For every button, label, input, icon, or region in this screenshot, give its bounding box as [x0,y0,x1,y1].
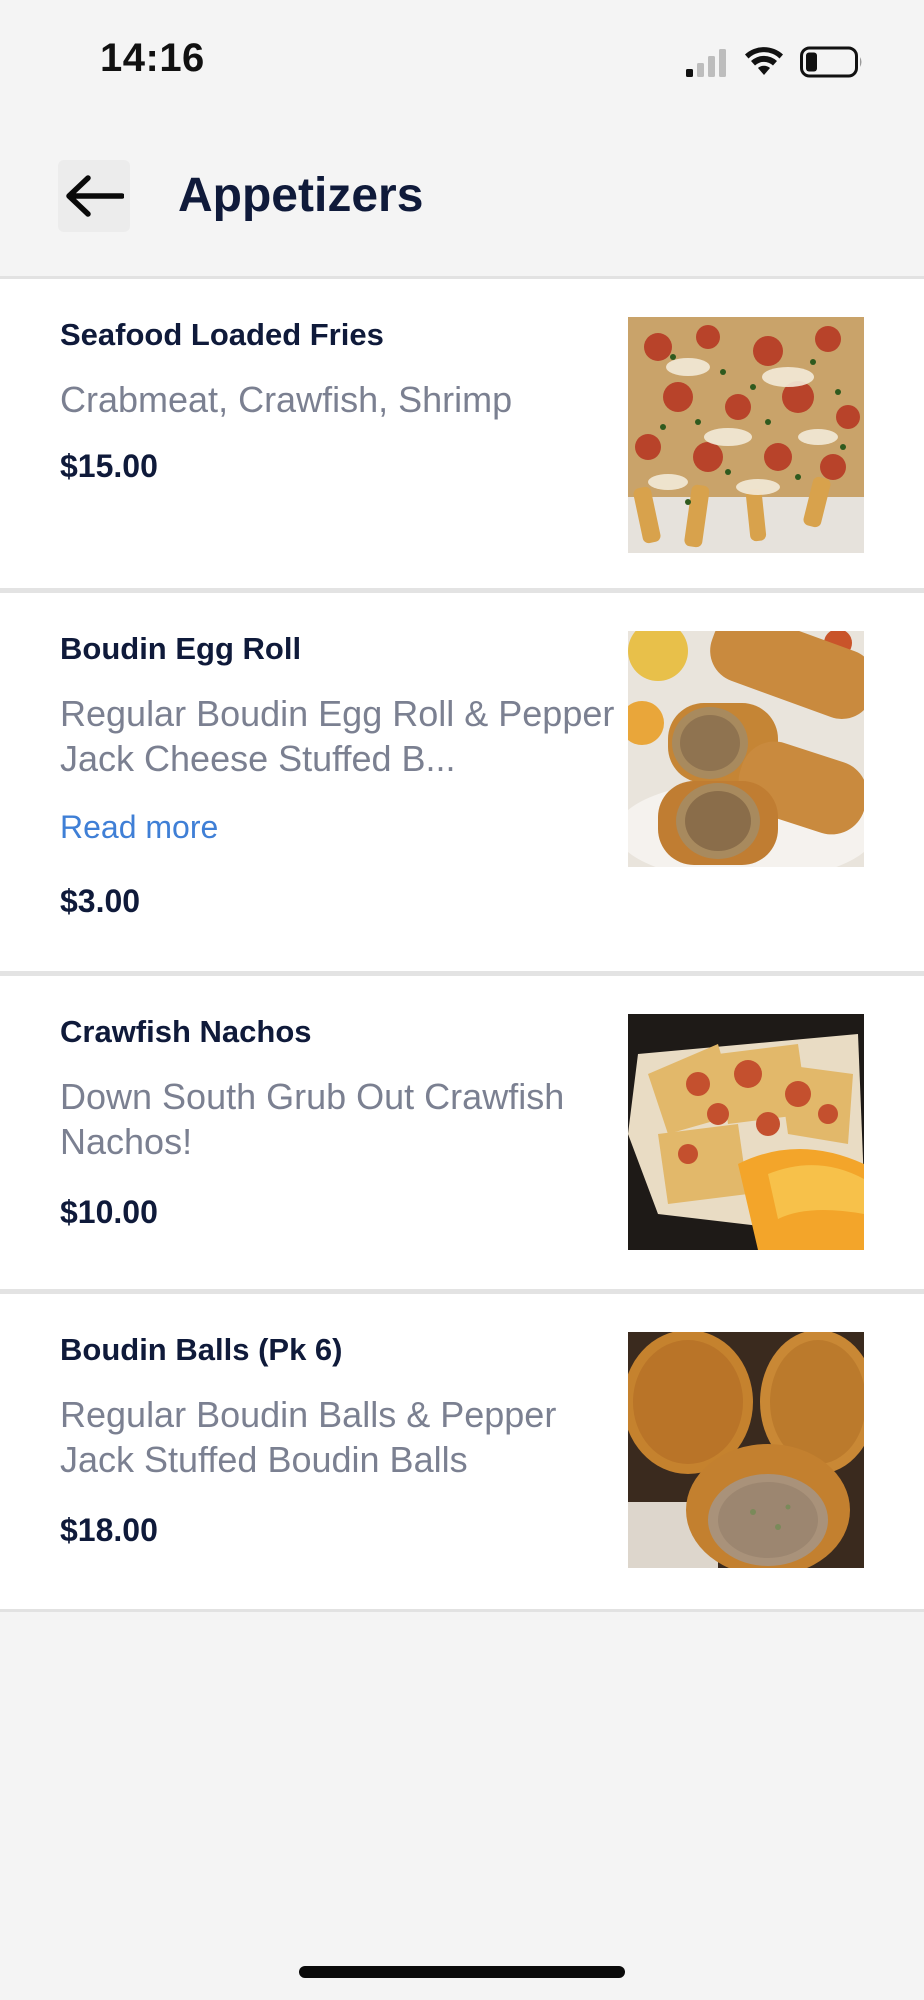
item-name: Seafood Loaded Fries [60,317,384,352]
status-time: 14:16 [100,36,205,80]
item-description: Crabmeat, Crawfish, Shrimp [60,379,513,420]
arrow-left-icon [66,175,124,217]
menu-item-seafood-loaded-fries[interactable]: Seafood Loaded Fries Crabmeat, Crawfish,… [0,279,924,593]
menu-item-boudin-egg-roll[interactable]: Boudin Egg Roll Regular Boudin Egg Roll … [0,593,924,976]
menu-list: Seafood Loaded Fries Crabmeat, Crawfish,… [0,276,924,1612]
item-name: Boudin Egg Roll [60,631,302,666]
item-price: $18.00 [60,1512,158,1548]
status-icons [686,42,864,82]
cellular-signal-icon [686,49,726,77]
item-name: Boudin Balls (Pk 6) [60,1332,343,1367]
boudin-egg-roll-image [628,631,864,867]
home-indicator[interactable] [299,1966,625,1978]
item-price: $10.00 [60,1194,158,1230]
menu-item-crawfish-nachos[interactable]: Crawfish Nachos Down South Grub Out Craw… [0,976,924,1294]
item-price: $15.00 [60,448,158,484]
item-description: Down South Grub Out Crawfish Nachos! [60,1076,565,1162]
item-text: Boudin Balls (Pk 6) Regular Boudin Balls… [60,1330,616,1550]
item-text: Seafood Loaded Fries Crabmeat, Crawfish,… [60,315,616,486]
status-bar: 14:16 [0,0,924,120]
item-text: Crawfish Nachos Down South Grub Out Craw… [60,1012,616,1232]
item-description: Regular Boudin Balls & Pepper Jack Stuff… [60,1394,557,1480]
wifi-icon [745,47,783,75]
header: Appetizers [0,120,924,276]
item-name: Crawfish Nachos [60,1014,312,1049]
read-more-link[interactable]: Read more [60,807,218,847]
back-button[interactable] [58,160,130,232]
battery-icon [800,46,862,78]
menu-item-boudin-balls[interactable]: Boudin Balls (Pk 6) Regular Boudin Balls… [0,1294,924,1612]
item-text: Boudin Egg Roll Regular Boudin Egg Roll … [60,629,616,921]
page-title: Appetizers [178,169,424,222]
crawfish-nachos-image [628,1014,864,1250]
boudin-balls-image [628,1332,864,1568]
seafood-loaded-fries-image [628,317,864,553]
item-price: $3.00 [60,883,141,919]
item-description: Regular Boudin Egg Roll & Pepper Jack Ch… [60,693,615,779]
